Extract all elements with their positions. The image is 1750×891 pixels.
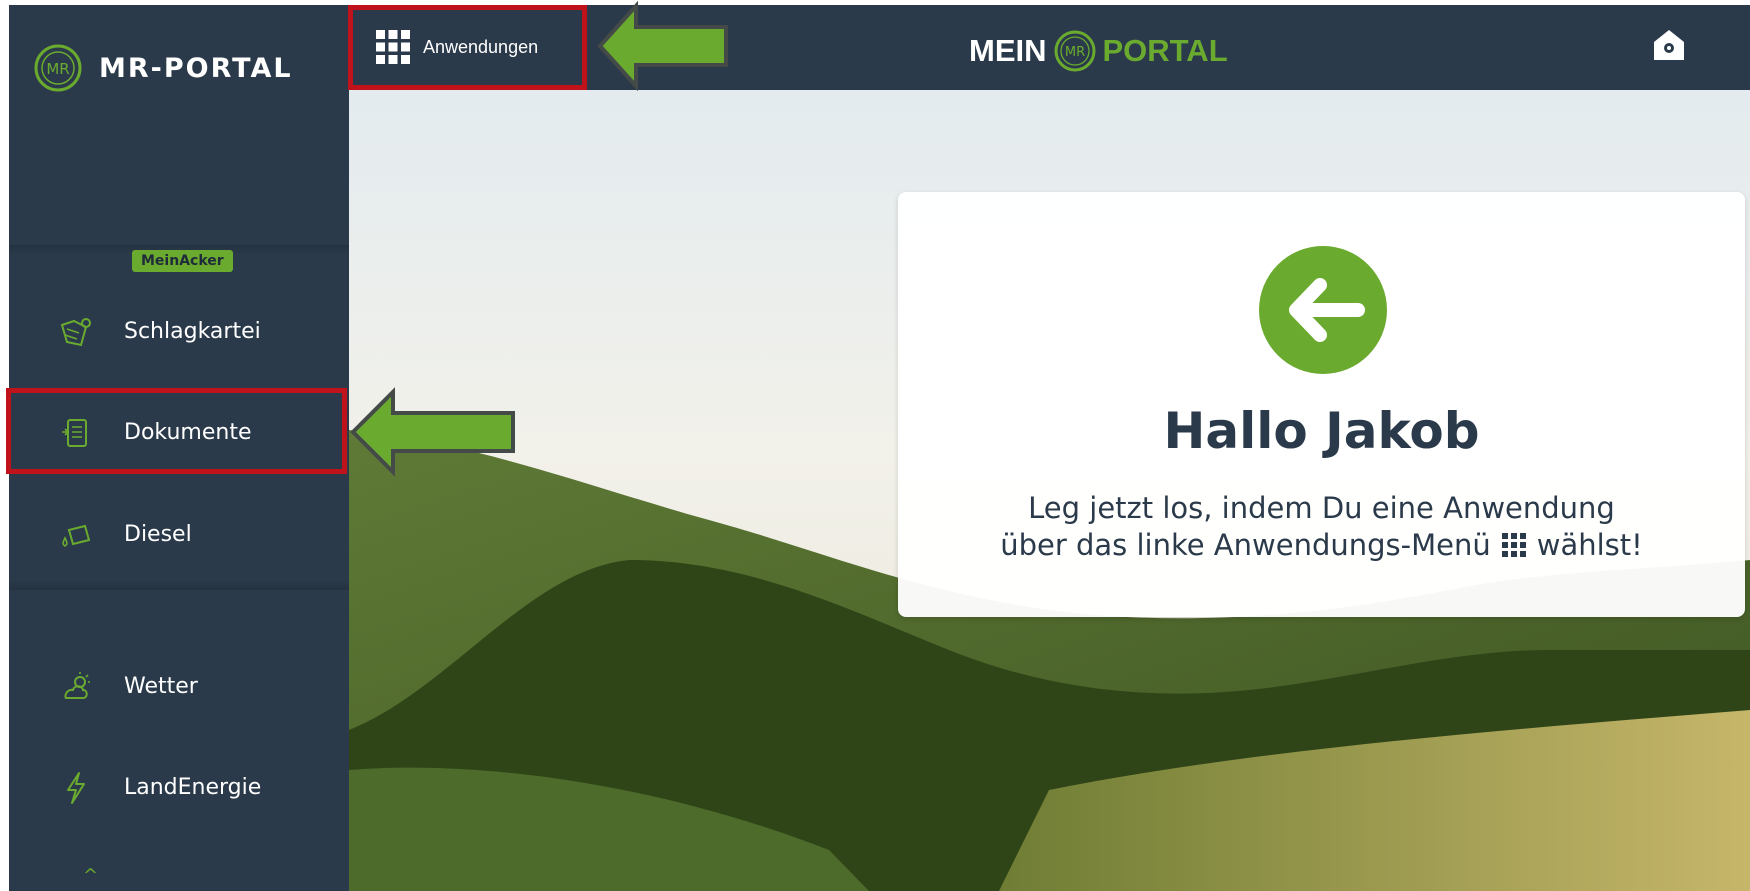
documents-icon	[62, 419, 87, 447]
apps-grid-icon	[1501, 533, 1526, 557]
brand-logo[interactable]: MEIN MR PORTAL	[969, 29, 1228, 73]
arrow-left-circle-icon	[1259, 246, 1387, 374]
group-tag-meinacker: MeinAcker	[132, 250, 233, 272]
brand-text-portal: PORTAL	[1102, 33, 1228, 68]
lightning-icon	[67, 772, 85, 804]
apps-grid-icon	[376, 30, 410, 64]
mr-logo-icon: MR	[34, 44, 82, 92]
greeting-line-2: über das linke Anwendungs-Menü wählst!	[898, 527, 1745, 564]
sidebar-item-label: LandEnergie	[124, 774, 262, 800]
sidebar-item-schlagkartei[interactable]: Schlagkartei	[9, 286, 349, 376]
svg-text:MR: MR	[1064, 45, 1084, 60]
fuel-drop-icon	[62, 524, 91, 547]
svg-text:MR: MR	[46, 60, 69, 78]
sidebar-item-label: Wetter	[124, 673, 198, 699]
welcome-card: Hallo Jakob Leg jetzt los, indem Du eine…	[898, 192, 1745, 617]
applications-label: Anwendungen	[423, 36, 539, 57]
sidebar-item-label: Dokumente	[124, 419, 252, 445]
greeting-line-2-post: wählst!	[1536, 528, 1643, 562]
field-map-icon	[60, 318, 91, 347]
sidebar-item-dokumente[interactable]: Dokumente	[9, 387, 349, 477]
sidebar-logo[interactable]: MR MR-PORTAL	[33, 43, 293, 93]
greeting-text: Leg jetzt los, indem Du eine Anwendung ü…	[898, 490, 1745, 564]
mr-logo-icon: MR	[1054, 30, 1095, 72]
sidebar-item-diesel[interactable]: Diesel	[9, 489, 349, 579]
top-bar: Anwendungen MEIN MR PORTAL	[349, 5, 1750, 90]
scroll-more-caret[interactable]: ^	[83, 865, 98, 886]
weather-icon	[64, 672, 90, 699]
greeting-line-2-pre: über das linke Anwendungs-Menü	[1000, 528, 1491, 562]
brand-text-mein: MEIN	[969, 33, 1047, 68]
sidebar-item-wetter[interactable]: Wetter	[9, 641, 349, 731]
sidebar-item-label: Diesel	[124, 521, 192, 547]
greeting-title: Hallo Jakob	[1163, 402, 1480, 460]
greeting-line-1: Leg jetzt los, indem Du eine Anwendung	[1028, 491, 1615, 525]
home-settings-icon[interactable]	[1651, 27, 1687, 63]
applications-button[interactable]: Anwendungen	[375, 29, 538, 65]
sidebar-item-label: Schlagkartei	[124, 318, 261, 344]
sidebar-logo-text: MR-PORTAL	[99, 52, 293, 84]
group-divider-bottom	[9, 580, 349, 590]
sidebar-item-landenergie[interactable]: LandEnergie	[9, 742, 349, 832]
sidebar: MR MR-PORTAL MeinAcker Schlagkartei Doku…	[9, 5, 349, 891]
